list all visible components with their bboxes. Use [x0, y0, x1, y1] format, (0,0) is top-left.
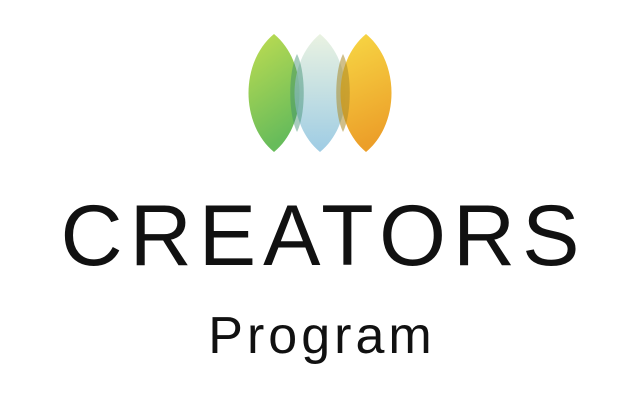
- three-overlapping-leaves-icon: [248, 34, 392, 152]
- creators-program-logo: CREATORS Program: [0, 0, 640, 407]
- logo-subtitle: Program: [208, 307, 436, 365]
- logo-title: CREATORS: [60, 188, 587, 284]
